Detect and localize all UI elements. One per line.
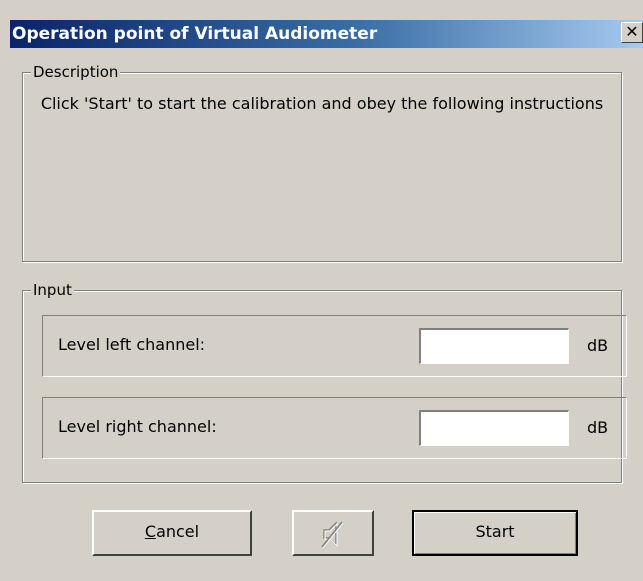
start-button[interactable]: Start xyxy=(412,510,578,556)
right-channel-label: Level right channel: xyxy=(58,417,217,436)
description-group-label: Description xyxy=(31,63,121,81)
input-group-label: Input xyxy=(31,281,74,299)
input-group: Input Level left channel: dB Level right… xyxy=(22,281,627,483)
right-channel-row: Level right channel: dB xyxy=(42,397,627,459)
description-text: Click 'Start' to start the calibration a… xyxy=(40,94,604,113)
cancel-mnemonic: C xyxy=(144,522,157,541)
right-channel-unit: dB xyxy=(587,418,609,437)
close-button[interactable]: ✕ xyxy=(621,22,643,43)
dialog-window: Operation point of Virtual Audiometer ✕ … xyxy=(0,0,643,581)
cancel-label-rest: ancel xyxy=(156,522,200,541)
description-group: Description Click 'Start' to start the c… xyxy=(22,63,622,262)
mute-button[interactable] xyxy=(292,510,374,556)
title-bar[interactable]: Operation point of Virtual Audiometer ✕ xyxy=(10,20,643,48)
close-icon: ✕ xyxy=(625,22,639,41)
speaker-muted-icon xyxy=(321,521,344,549)
left-channel-unit: dB xyxy=(587,336,609,355)
right-channel-input[interactable] xyxy=(419,410,569,446)
left-channel-label: Level left channel: xyxy=(58,335,206,354)
left-channel-row: Level left channel: dB xyxy=(42,315,627,377)
cancel-button[interactable]: Cancel xyxy=(92,510,252,556)
window-title: Operation point of Virtual Audiometer xyxy=(12,24,378,44)
left-channel-input[interactable] xyxy=(419,328,569,364)
